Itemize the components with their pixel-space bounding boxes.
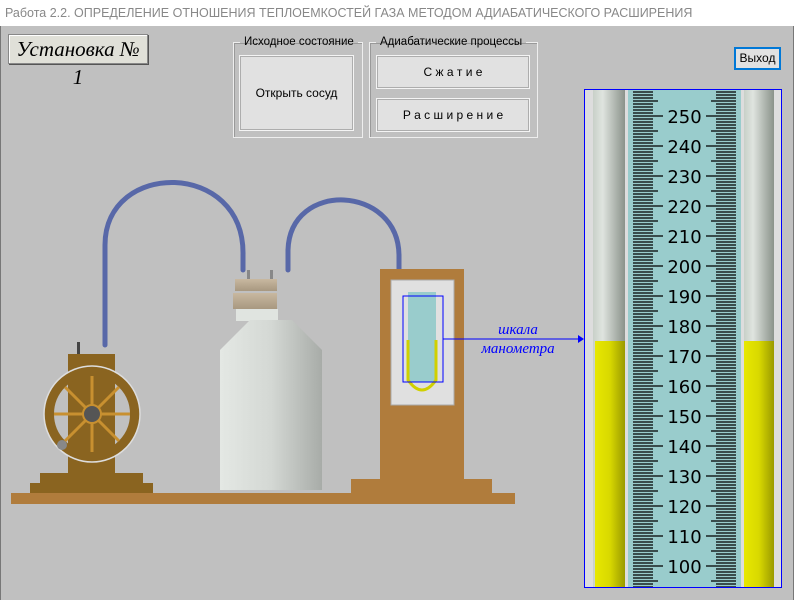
scale-tick-label: 120 — [667, 497, 701, 518]
scale-tick-label: 110 — [667, 527, 701, 548]
scale-tick-label: 250 — [667, 107, 701, 128]
manometer-label-line2: манометра — [481, 341, 555, 357]
crank-knob — [57, 440, 67, 450]
scale-tick-label: 140 — [667, 437, 701, 458]
vessel — [220, 270, 322, 490]
scale-tick-label: 100 — [667, 557, 701, 578]
manometer-label-line1: шкала — [498, 322, 538, 338]
scale-tick-label: 220 — [667, 197, 701, 218]
wheel-hub — [82, 404, 102, 424]
scale-tick-label: 150 — [667, 407, 701, 428]
manometer-stand — [351, 269, 584, 493]
right-liquid-column — [744, 341, 774, 587]
scale-tick-label: 190 — [667, 287, 701, 308]
scale-tick-label: 210 — [667, 227, 701, 248]
scale-tick-label: 180 — [667, 317, 701, 338]
tube-pump-bottle — [102, 180, 246, 348]
scale-tick-label: 240 — [667, 137, 701, 158]
left-liquid-column — [595, 341, 625, 587]
exit-button[interactable]: Выход — [734, 47, 781, 70]
apparatus — [11, 180, 584, 504]
scale-tick-label: 170 — [667, 347, 701, 368]
manometer-scale-svg: 250 240 230 220 210 200 190 180 170 160 150 140 130 1… — [593, 90, 774, 587]
base-board — [11, 493, 515, 504]
scale-tick-label: 130 — [667, 467, 701, 488]
scale-tick-label: 200 — [667, 257, 701, 278]
scale-tick-label: 160 — [667, 377, 701, 398]
manometer-scale: 250 240 230 220 210 200 190 180 170 160 150 140 130 1… — [584, 89, 782, 588]
scale-tick-label: 230 — [667, 167, 701, 188]
pump — [30, 342, 153, 493]
